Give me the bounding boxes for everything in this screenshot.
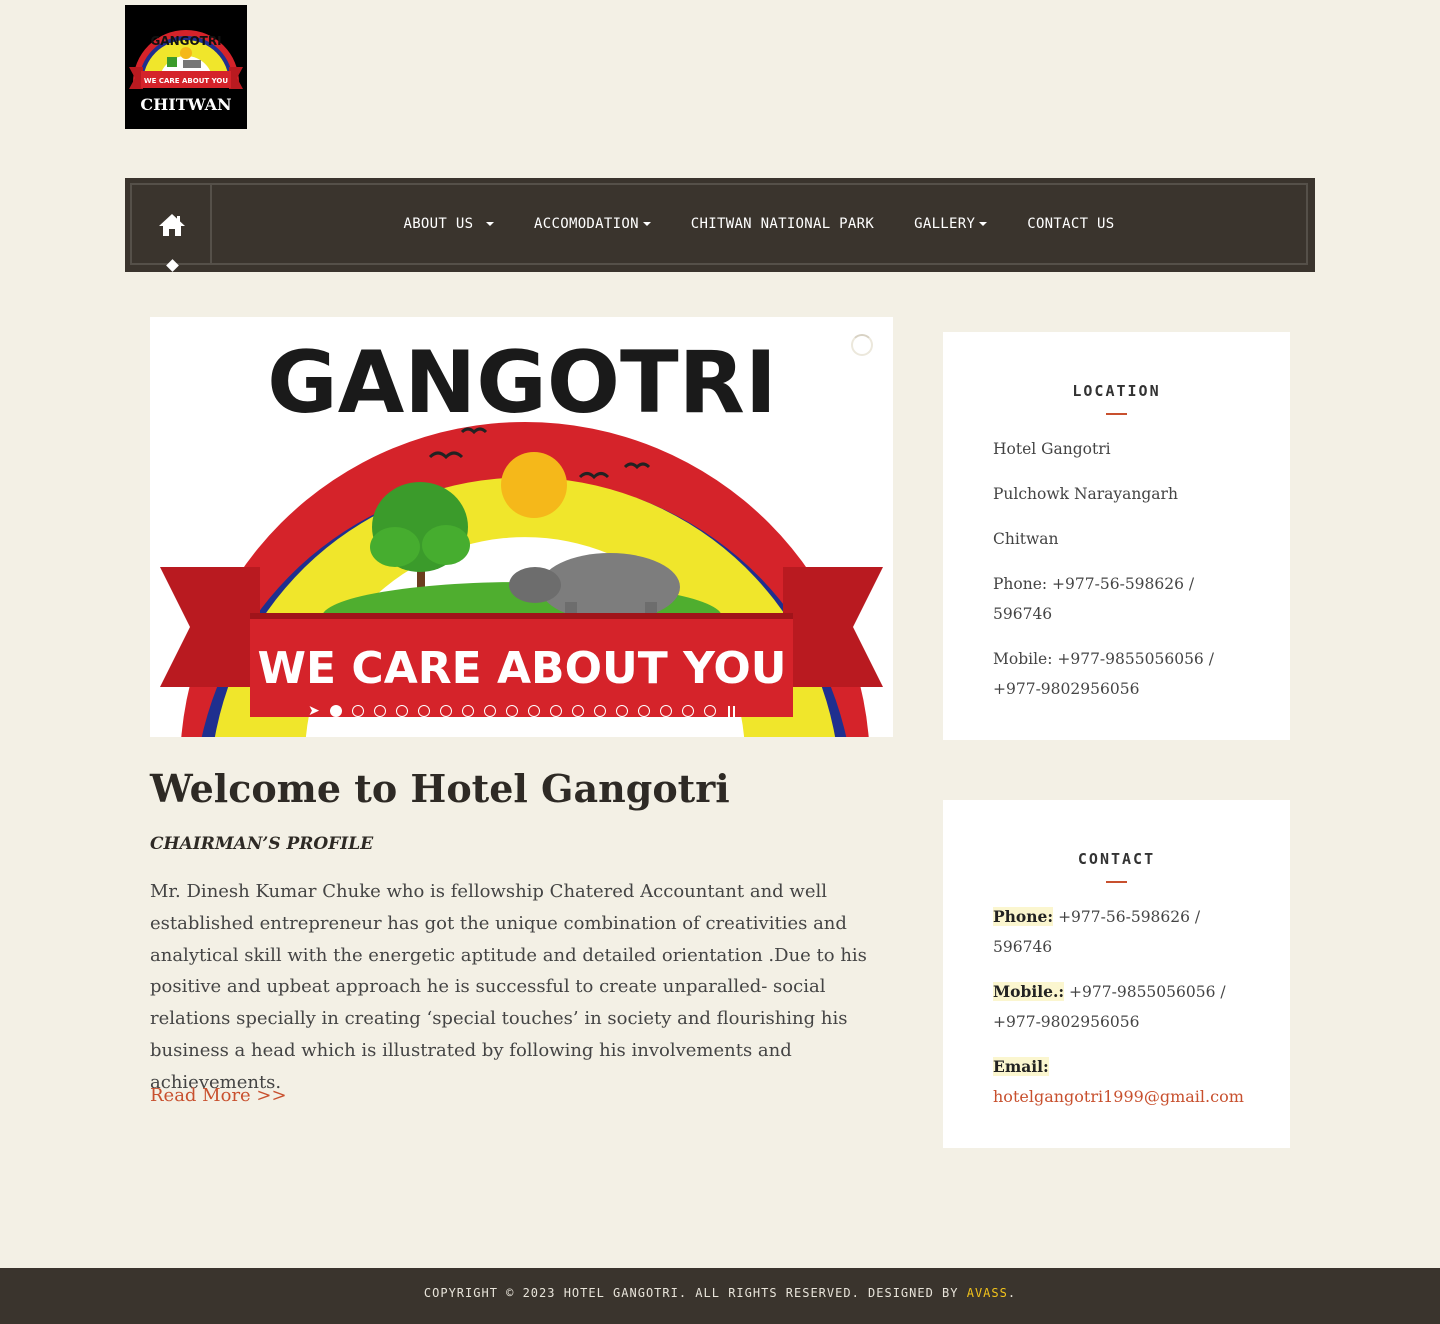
profile-subtitle: CHAIRMAN’S PROFILE <box>150 834 374 854</box>
location-line: Chitwan <box>993 530 1059 548</box>
slider-dot[interactable] <box>506 705 518 717</box>
contact-body: Phone: +977-56-598626 / 596746 Mobile.: … <box>993 902 1244 1127</box>
location-line: Pulchowk Narayangarh <box>993 485 1178 503</box>
slider-dot[interactable] <box>418 705 430 717</box>
slider-dot[interactable] <box>462 705 474 717</box>
slider-pagination <box>330 705 726 717</box>
nav-item-about-us[interactable]: ABOUT US <box>403 216 495 232</box>
caret-down-icon <box>979 222 988 226</box>
slider-dot[interactable] <box>396 705 408 717</box>
title-underline <box>1106 413 1127 415</box>
slider-dot[interactable] <box>352 705 364 717</box>
location-body: Hotel Gangotri Pulchowk Narayangarh Chit… <box>993 434 1243 719</box>
caret-down-icon <box>486 222 495 226</box>
slider-dot[interactable] <box>572 705 584 717</box>
nav-item-gallery[interactable]: GALLERY <box>914 216 988 232</box>
site-footer: COPYRIGHT © 2023 HOTEL GANGOTRI. ALL RIG… <box>0 1268 1440 1324</box>
nav-inner: ABOUT US ACCOMODATION CHITWAN NATIONAL P… <box>130 183 1308 272</box>
location-line: Mobile: +977-9855056056 / +977-980295605… <box>993 650 1214 698</box>
slider-dot[interactable] <box>616 705 628 717</box>
svg-text:GANGOTRI: GANGOTRI <box>150 34 221 48</box>
slider-dot[interactable] <box>374 705 386 717</box>
svg-text:WE CARE ABOUT YOU: WE CARE ABOUT YOU <box>258 643 787 694</box>
location-line: Hotel Gangotri <box>993 440 1111 458</box>
location-title: LOCATION <box>1072 382 1161 400</box>
location-widget: LOCATION Hotel Gangotri Pulchowk Narayan… <box>943 332 1290 740</box>
slider-dot[interactable] <box>638 705 650 717</box>
slider-dot[interactable] <box>550 705 562 717</box>
read-more-link[interactable]: Read More >> <box>150 1085 287 1106</box>
slider-dot[interactable] <box>330 705 342 717</box>
slider-controls: ➤ <box>308 702 740 720</box>
mobile-label: Mobile.: <box>993 982 1065 1001</box>
svg-text:CHITWAN: CHITWAN <box>140 95 231 114</box>
slider-pause-icon[interactable] <box>728 702 740 720</box>
footer-suffix: . <box>1007 1286 1017 1300</box>
contact-email: Email: hotelgangotri1999@gmail.com <box>993 1052 1244 1112</box>
email-link[interactable]: hotelgangotri1999@gmail.com <box>993 1087 1244 1106</box>
nav-menu: ABOUT US ACCOMODATION CHITWAN NATIONAL P… <box>132 185 1306 263</box>
main-navbar: ABOUT US ACCOMODATION CHITWAN NATIONAL P… <box>125 178 1315 272</box>
slider-dot[interactable] <box>440 705 452 717</box>
slide-image: GANGOTRI WE CARE ABOUT YOU <box>150 317 893 737</box>
slider-loading-icon <box>851 334 873 356</box>
slider-dot[interactable] <box>704 705 716 717</box>
nav-item-accomodation[interactable]: ACCOMODATION <box>534 216 651 232</box>
page-title: Welcome to Hotel Gangotri <box>150 766 730 811</box>
nav-item-contact-us[interactable]: CONTACT US <box>1027 216 1114 232</box>
designer-link[interactable]: AVASS <box>967 1286 1008 1300</box>
contact-phone: Phone: +977-56-598626 / 596746 <box>993 902 1243 962</box>
email-label: Email: <box>993 1057 1049 1076</box>
slider-dot[interactable] <box>682 705 694 717</box>
site-logo[interactable]: GANGOTRI WE CARE ABOUT YOU CHITWAN <box>125 5 247 129</box>
contact-widget: CONTACT Phone: +977-56-598626 / 596746 M… <box>943 800 1290 1148</box>
caret-down-icon <box>642 222 651 226</box>
svg-text:WE CARE ABOUT YOU: WE CARE ABOUT YOU <box>144 77 228 85</box>
slider-dot[interactable] <box>528 705 540 717</box>
contact-mobile: Mobile.: +977-9855056056 / +977-98029560… <box>993 977 1243 1037</box>
slider-dot[interactable] <box>484 705 496 717</box>
svg-text:GANGOTRI: GANGOTRI <box>267 333 777 433</box>
slider-dot[interactable] <box>594 705 606 717</box>
contact-title: CONTACT <box>1077 850 1156 868</box>
profile-description: Mr. Dinesh Kumar Chuke who is fellowship… <box>150 881 867 1093</box>
nav-item-chitwan-national-park[interactable]: CHITWAN NATIONAL PARK <box>691 216 874 232</box>
slider-dot[interactable] <box>660 705 672 717</box>
location-line: Phone: +977-56-598626 / 596746 <box>993 575 1195 623</box>
image-slider[interactable]: GANGOTRI WE CARE ABOUT YOU <box>150 317 893 737</box>
slider-next-icon[interactable]: ➤ <box>308 702 330 720</box>
copyright-text: COPYRIGHT © 2023 HOTEL GANGOTRI. ALL RIG… <box>423 1286 959 1300</box>
title-underline <box>1106 881 1127 883</box>
phone-label: Phone: <box>993 907 1054 926</box>
